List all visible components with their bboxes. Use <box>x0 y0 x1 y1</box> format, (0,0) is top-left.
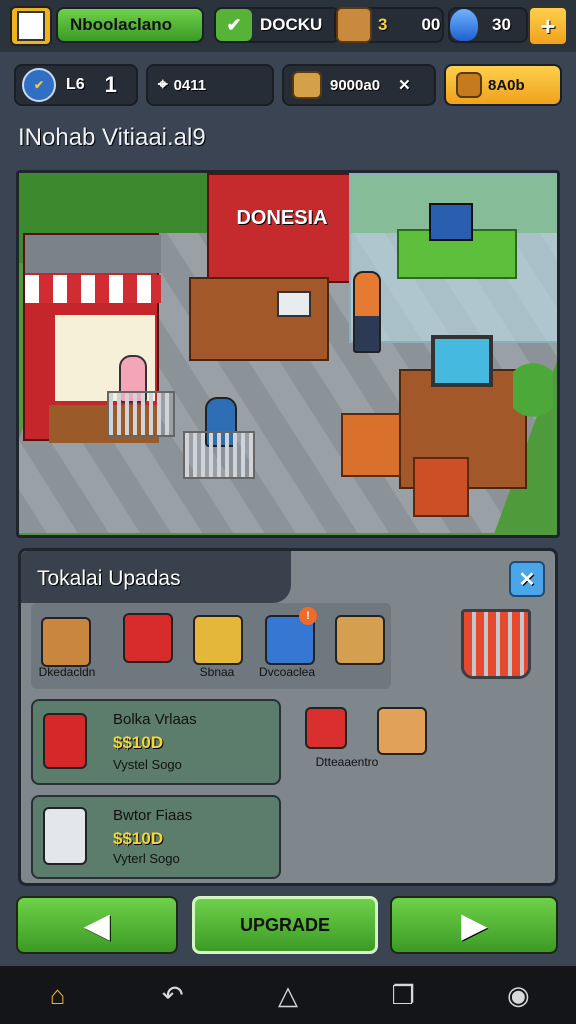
register-icon[interactable] <box>277 291 311 317</box>
upgrade-name-2: Bwtor Fiaas <box>113 807 193 824</box>
cart-icon[interactable] <box>461 609 531 679</box>
close-small-icon: ✕ <box>398 77 411 94</box>
dispenser-icon[interactable] <box>305 707 347 749</box>
cash-pill[interactable]: 9000a0 ✕ <box>282 64 436 106</box>
right-items-label: Dtteaaentro <box>315 755 379 769</box>
shop-label: 8A0b <box>488 76 525 94</box>
house-outline-icon[interactable]: △ <box>258 980 318 1011</box>
box-icon[interactable] <box>41 617 91 667</box>
goods-stack-right[interactable] <box>413 457 469 517</box>
notification-badge: ! <box>299 607 317 625</box>
cash-value: 9000a0 <box>330 76 381 94</box>
tv-screen-icon <box>429 203 473 241</box>
plus-icon: + <box>540 10 556 41</box>
left-arrow-icon: ◀ <box>84 907 110 943</box>
shop-box-icon <box>456 72 482 98</box>
assistant-icon[interactable]: ◉ <box>488 980 548 1011</box>
goods-stack[interactable] <box>341 413 401 477</box>
produce-box-icon <box>43 807 87 865</box>
shopping-cart-center[interactable] <box>183 431 255 479</box>
crate-icon <box>336 7 372 43</box>
recent-apps-icon[interactable]: ❐ <box>373 980 433 1011</box>
level-value: 1 <box>104 72 117 97</box>
currency-pill[interactable]: ✔ DOCKU <box>214 7 340 43</box>
level-badge-icon: ✔ <box>22 68 56 102</box>
upgrades-panel: Tokalai Upadas ✕ ! Dkedacldn Sbnaa Dvcoa… <box>18 548 558 886</box>
home-icon[interactable]: ⌂ <box>28 980 88 1011</box>
gem-count: 30 <box>492 15 511 34</box>
upgrade-name-1: Bolka Vrlaas <box>113 711 197 728</box>
upgrade-label: UPGRADE <box>239 914 330 935</box>
package-icon[interactable] <box>335 615 385 665</box>
upgrade-card-2[interactable]: Bwtor Fiaas $$10D Vyterl Sogo <box>31 795 281 879</box>
level-pill[interactable]: ✔ L6 1 <box>14 64 138 106</box>
level-label: L6 <box>66 76 85 93</box>
red-box-icon[interactable] <box>123 613 173 663</box>
upgrade-price-2: $$10D <box>113 829 164 848</box>
cash-box-icon <box>292 71 322 99</box>
profile-icon[interactable] <box>10 6 52 46</box>
upgrade-card-1[interactable]: Bolka Vrlaas $$10D Vystel Sogo <box>31 699 281 785</box>
item-label-3: Sbnaa <box>199 665 235 679</box>
monitor-icon <box>431 335 493 387</box>
crate-pill[interactable]: 3 00 <box>334 7 444 43</box>
plant-icon <box>513 363 553 453</box>
gold-crate-icon[interactable] <box>193 615 243 665</box>
upgrade-sub-2: Vyterl Sogo <box>113 851 180 866</box>
currency-label: DOCKU <box>260 15 323 34</box>
previous-button[interactable]: ◀ <box>16 896 178 954</box>
gem-pill[interactable]: 30 <box>448 7 528 43</box>
gem-icon <box>450 9 478 41</box>
next-button[interactable]: ▶ <box>390 896 558 954</box>
item-label-4: Dvcoaclea <box>258 665 316 679</box>
clerk[interactable] <box>353 271 381 353</box>
shopping-cart-left[interactable] <box>107 391 175 437</box>
shop-button[interactable]: 8A0b <box>444 64 562 106</box>
store-scene[interactable]: DONESIA <box>16 170 560 538</box>
add-currency-button[interactable]: + <box>528 6 568 46</box>
player-name: Nboolaclano <box>70 15 173 34</box>
upgrade-price-1: $$10D <box>113 733 164 752</box>
crate-value: 00 <box>421 15 441 34</box>
panel-title: Tokalai Upadas <box>37 567 181 590</box>
close-button[interactable]: ✕ <box>509 561 545 597</box>
player-name-pill[interactable]: Nboolaclano <box>56 7 204 43</box>
upgrade-button[interactable]: UPGRADE <box>192 896 378 954</box>
timer-pill[interactable]: ⌖ 0411 <box>146 64 274 106</box>
gift-box-icon[interactable] <box>377 707 427 755</box>
trash-bin-icon <box>43 713 87 769</box>
check-icon: ✔ <box>216 9 252 41</box>
item-label-1: Dkedacldn <box>38 665 96 679</box>
right-arrow-icon: ▶ <box>461 907 487 943</box>
crate-count: 3 <box>378 15 388 34</box>
time-value: 0411 <box>173 76 207 94</box>
back-icon[interactable]: ↶ <box>143 980 203 1011</box>
system-nav-bar: ⌂ ↶ △ ❐ ◉ <box>0 966 576 1024</box>
upgrade-sub-1: Vystel Sogo <box>113 757 182 772</box>
store-title: INohab Vitiaai.al9 <box>18 124 206 151</box>
center-counter[interactable] <box>189 277 329 361</box>
tag-icon: ⌖ <box>158 75 168 94</box>
booth-sign: DONESIA <box>236 207 328 229</box>
close-icon: ✕ <box>518 568 536 591</box>
